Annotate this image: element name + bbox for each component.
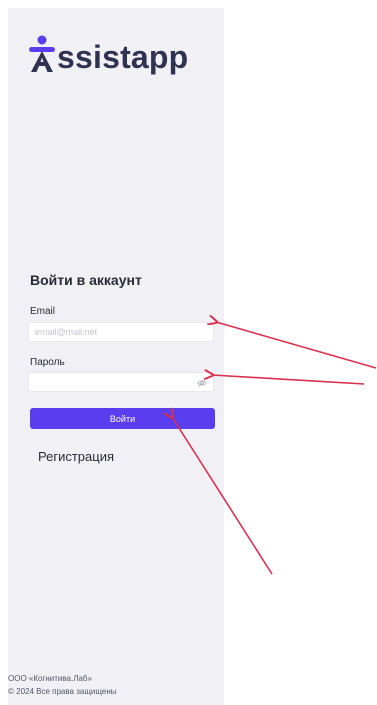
password-input[interactable] bbox=[35, 377, 207, 387]
password-label: Пароль bbox=[30, 357, 65, 368]
email-input[interactable] bbox=[35, 327, 207, 337]
brand-name: ssistapp bbox=[57, 39, 189, 75]
footer-copyright: © 2024 Все права защищены bbox=[8, 687, 117, 696]
annotation-arrow-email bbox=[216, 322, 377, 369]
annotation-arrow-password bbox=[212, 375, 365, 385]
footer-company: ООО «Когнитива.Лаб» bbox=[8, 674, 92, 683]
email-field[interactable] bbox=[28, 322, 214, 342]
accessibility-figure-A-icon bbox=[29, 35, 55, 72]
auth-panel: ssistapp Войти в аккаунт Email Пароль Во… bbox=[8, 8, 224, 705]
register-link[interactable]: Регистрация bbox=[38, 449, 114, 464]
login-heading: Войти в аккаунт bbox=[30, 272, 142, 288]
email-label: Email bbox=[30, 306, 56, 317]
footer: ООО «Когнитива.Лаб» © 2024 Все права защ… bbox=[8, 672, 116, 698]
login-button[interactable]: Войти bbox=[30, 408, 215, 429]
eye-off-icon[interactable] bbox=[197, 378, 207, 388]
brand-logo: ssistapp bbox=[28, 30, 188, 78]
password-field[interactable] bbox=[28, 372, 214, 392]
page: ssistapp Войти в аккаунт Email Пароль Во… bbox=[0, 0, 377, 705]
